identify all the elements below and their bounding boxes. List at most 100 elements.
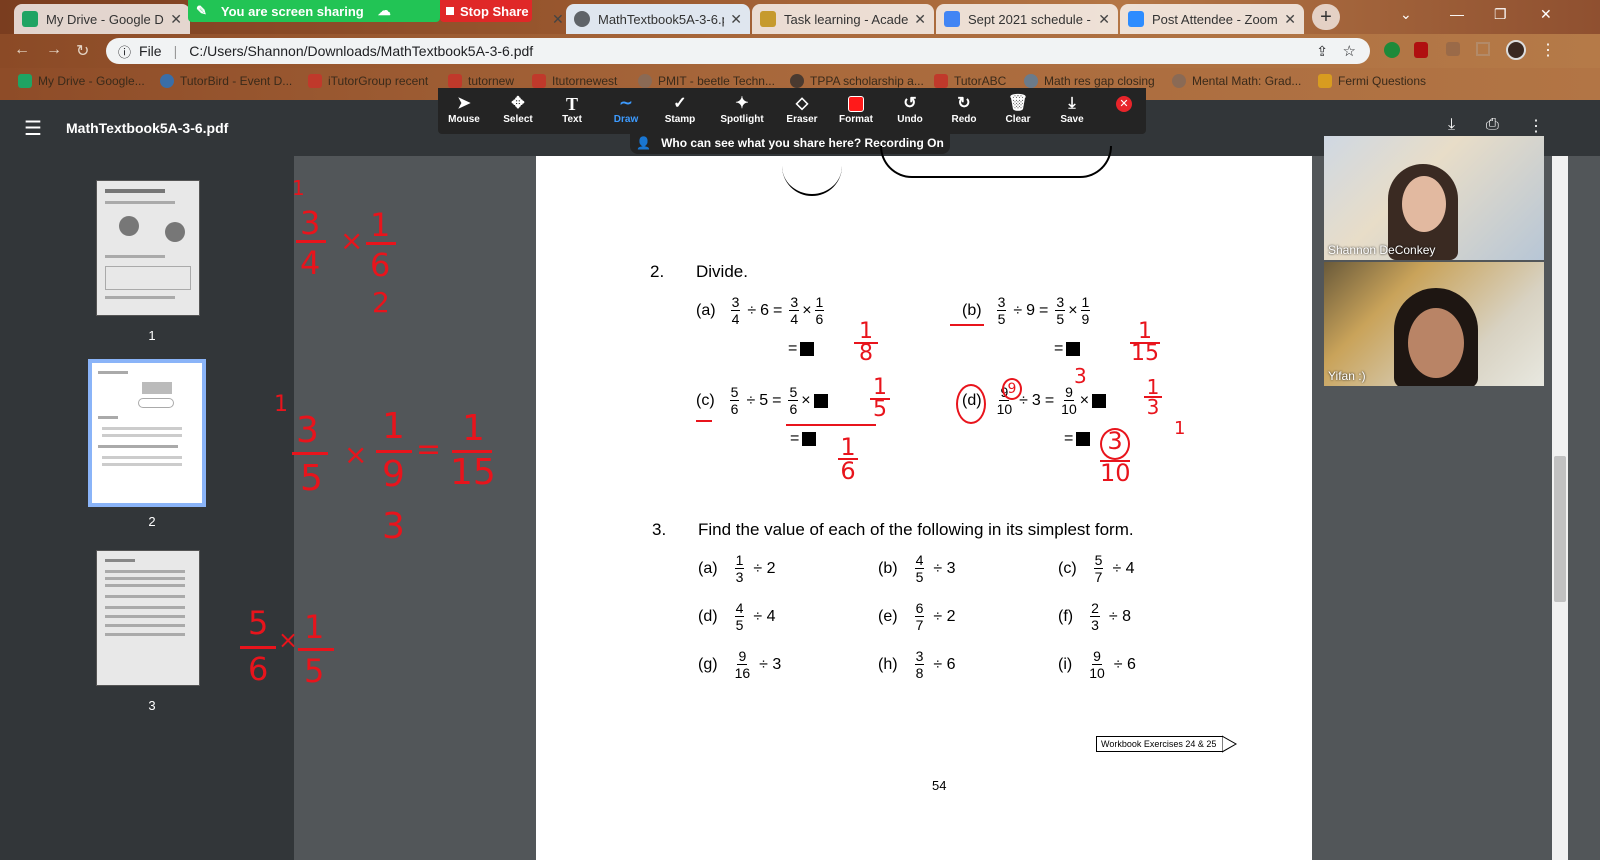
pdf-title: MathTextbook5A-3-6.pdf <box>66 120 229 136</box>
hamburger-icon[interactable]: ☰ <box>24 116 42 141</box>
docs-icon <box>944 11 960 27</box>
reload-icon[interactable]: ↻ <box>76 41 89 61</box>
exercise-3a: (a) 1 3 ÷ 2 <box>698 552 776 585</box>
bookmark-my-drive[interactable]: My Drive - Google... <box>18 74 145 88</box>
answer-box[interactable] <box>813 393 828 408</box>
answer-box-d[interactable]: = <box>1064 430 1093 448</box>
bookmark-tppa[interactable]: TPPA scholarship a... <box>790 74 924 88</box>
extension-icon[interactable] <box>1384 42 1400 58</box>
tool-undo[interactable]: ↺ Undo <box>884 94 936 125</box>
exercise-2a: (a) 34 ÷ 6 = 34 × 16 <box>696 294 825 327</box>
page-number: 54 <box>932 778 947 793</box>
tool-stamp[interactable]: ✓ Stamp <box>654 94 706 125</box>
handwritten-d-struck: 3 <box>1074 364 1087 388</box>
thumbnail-page-2[interactable] <box>88 359 206 507</box>
participant-face <box>1408 308 1464 378</box>
stop-share-button[interactable]: Stop Share <box>440 0 532 22</box>
close-icon[interactable]: ✕ <box>730 11 742 28</box>
tool-spotlight[interactable]: ✦ Spotlight <box>714 94 770 125</box>
circle-d-numerator: 9 <box>1002 378 1022 400</box>
print-icon[interactable]: ⎙ <box>1486 116 1499 134</box>
tab-hidden[interactable]: ✕ <box>538 4 564 34</box>
menu-icon[interactable]: ⋮ <box>1540 40 1556 60</box>
handwritten-answer-a: 1 8 <box>854 321 878 365</box>
handwritten-annotation-1: 1 3 4 × 1 6 2 <box>292 176 412 326</box>
tool-draw[interactable]: ∼ Draw <box>600 94 652 125</box>
back-icon[interactable]: ← <box>14 41 30 59</box>
tab-google-drive[interactable]: My Drive - Google Drive ✕ <box>14 4 190 34</box>
draw-icon: ✎ <box>196 3 207 18</box>
answer-box-c[interactable]: = <box>790 430 819 448</box>
tab-zoom[interactable]: Post Attendee - Zoom ✕ <box>1120 4 1304 34</box>
tool-mouse[interactable]: ➤ Mouse <box>438 94 490 125</box>
bookmark-math-res[interactable]: Math res gap closing <box>1024 74 1155 88</box>
puzzle-icon[interactable] <box>1446 42 1460 56</box>
handwritten-annotation-2: 1 3 5 × 1 9 3 = 1 15 <box>274 392 496 547</box>
close-icon[interactable]: ✕ <box>914 11 926 28</box>
new-tab-button[interactable]: + <box>1312 4 1340 30</box>
video-tile-student[interactable]: Yifan :) <box>1324 262 1544 386</box>
fermi-icon <box>1318 74 1332 88</box>
answer-box[interactable] <box>1092 393 1107 408</box>
close-icon[interactable]: ✕ <box>552 11 564 28</box>
tool-eraser[interactable]: ◇ Eraser <box>776 94 828 125</box>
format-icon <box>830 94 882 114</box>
close-icon[interactable]: ✕ <box>1284 11 1296 28</box>
exercise-3h: (h) 3 8 ÷ 6 <box>878 648 956 681</box>
share-icon[interactable]: ⇪ <box>1316 43 1328 60</box>
tool-save[interactable]: ⤓ Save <box>1046 94 1098 125</box>
bookmark-mental-math[interactable]: Mental Math: Grad... <box>1172 74 1301 88</box>
tab-pdf[interactable]: MathTextbook5A-3-6.pdf ✕ <box>566 4 750 34</box>
scrollbar-thumb[interactable] <box>1554 456 1566 602</box>
bookmark-fermi[interactable]: Fermi Questions <box>1318 74 1426 88</box>
close-icon[interactable]: ✕ <box>1098 11 1110 28</box>
star-icon[interactable]: ☆ <box>1343 42 1356 60</box>
video-tile-host[interactable]: Shannon DeConkey <box>1324 136 1544 260</box>
restore-button[interactable]: ❐ <box>1494 6 1507 23</box>
tab-sept-schedule[interactable]: Sept 2021 schedule - Google Docs ✕ <box>936 4 1118 34</box>
academy-icon <box>760 11 776 27</box>
answer-box-b[interactable]: = <box>1054 340 1083 358</box>
sharing-banner: ✎ You are screen sharing ☁ <box>188 0 440 22</box>
itutor-icon <box>448 74 462 88</box>
sidebar-icon[interactable] <box>1476 42 1490 56</box>
bookmark-tutorabc[interactable]: TutorABC <box>934 74 1006 88</box>
thumbnail-page-3[interactable] <box>96 550 200 686</box>
handwritten-answer-c: 1 6 <box>838 435 858 483</box>
bookmark-itutornewest[interactable]: Itutornewest <box>532 74 617 88</box>
avatar[interactable] <box>1506 40 1526 60</box>
minimize-button[interactable]: — <box>1450 6 1464 22</box>
speech-bubble <box>880 146 1112 178</box>
answer-box-a[interactable]: = <box>788 340 817 358</box>
trash-icon: 🗑 <box>1007 95 1029 112</box>
tool-select[interactable]: ✥ Select <box>492 94 544 125</box>
tool-text[interactable]: T Text <box>546 94 598 125</box>
bookmark-itutorgroup[interactable]: iTutorGroup recent <box>308 74 428 88</box>
ublock-icon[interactable] <box>1414 42 1428 58</box>
close-icon[interactable]: ✕ <box>170 11 182 28</box>
address-bar[interactable]: ⓘ File | C:/Users/Shannon/Downloads/Math… <box>106 38 1370 64</box>
forward-icon[interactable]: → <box>46 41 62 59</box>
save-icon: ⤓ <box>1068 95 1076 112</box>
cloud-icon: ☁ <box>377 3 391 18</box>
itutor-icon <box>934 74 948 88</box>
close-toolbar-button[interactable]: ✕ <box>1116 96 1132 112</box>
tab-search-icon[interactable]: ⌄ <box>1400 6 1412 23</box>
exercise-3-heading: Find the value of each of the following … <box>698 520 1134 539</box>
close-window-button[interactable]: ✕ <box>1540 6 1552 23</box>
bookmark-tutornew[interactable]: tutornew <box>448 74 514 88</box>
cartoon-image <box>782 156 842 196</box>
tab-task-learning[interactable]: Task learning - Academy ✕ <box>752 4 934 34</box>
workbook-exercises-tag: Workbook Exercises 24 & 25 <box>1096 736 1222 752</box>
underline-a-label <box>696 420 712 422</box>
tool-redo[interactable]: ↻ Redo <box>938 94 990 125</box>
bookmark-tutorbird[interactable]: TutorBird - Event D... <box>160 74 292 88</box>
redo-icon: ↻ <box>957 95 971 112</box>
thumbnail-page-1[interactable] <box>96 180 200 316</box>
tool-clear[interactable]: 🗑 Clear <box>992 94 1044 125</box>
bookmark-pmit[interactable]: PMIT - beetle Techn... <box>638 74 775 88</box>
tab-strip: My Drive - Google Drive ✕ ✎ You are scre… <box>0 0 1600 34</box>
download-icon[interactable]: ⤓ <box>1448 116 1455 134</box>
tool-format[interactable]: Format <box>830 94 882 125</box>
more-icon[interactable]: ⋮ <box>1528 116 1544 136</box>
